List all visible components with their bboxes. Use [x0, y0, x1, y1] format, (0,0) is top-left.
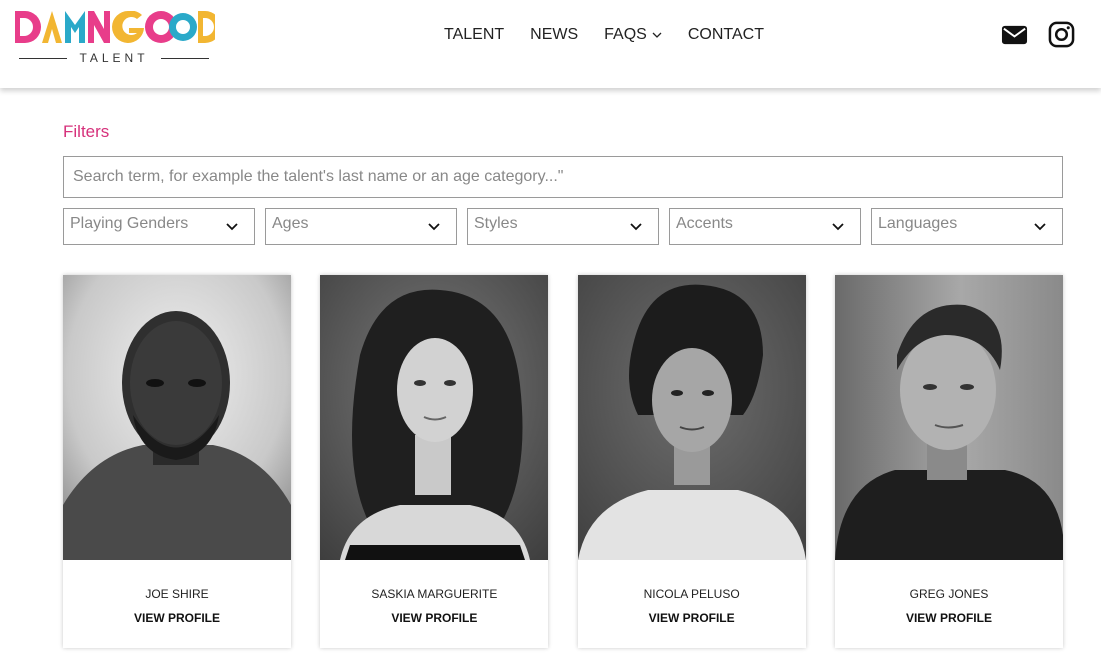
filters-heading: Filters	[63, 122, 110, 141]
header-social-icons	[1001, 21, 1075, 48]
nav-item-talent[interactable]: TALENT	[444, 26, 504, 44]
logo-subtitle-text: TALENT	[79, 51, 149, 65]
chevron-down-icon	[832, 223, 844, 231]
instagram-icon[interactable]	[1048, 21, 1075, 48]
talent-card[interactable]: NICOLA PELUSO VIEW PROFILE	[577, 275, 806, 648]
talent-card[interactable]: SASKIA MARGUERITE VIEW PROFILE	[320, 275, 549, 648]
damngood-talent-logo[interactable]: TALENT	[15, 11, 215, 67]
talent-headshot-photo	[577, 275, 806, 560]
talent-headshot-photo	[320, 275, 549, 560]
languages-select[interactable]: Languages	[871, 208, 1063, 245]
talent-card[interactable]: GREG JONES VIEW PROFILE	[834, 275, 1063, 648]
chevron-down-icon	[428, 223, 440, 231]
nav-item-label: TALENT	[444, 26, 505, 43]
nav-item-faqs[interactable]: FAQS	[604, 26, 662, 44]
talent-name: GREG JONES	[909, 587, 989, 601]
select-label: Ages	[272, 215, 309, 232]
view-profile-link[interactable]: VIEW PROFILE	[63, 611, 291, 625]
chevron-down-icon	[652, 32, 662, 38]
nav-item-news[interactable]: NEWS	[530, 26, 578, 44]
nav-item-contact[interactable]: CONTACT	[688, 26, 764, 44]
talent-name: JOE SHIRE	[145, 587, 209, 601]
logo-wordmark	[15, 11, 215, 43]
envelope-icon[interactable]	[1001, 21, 1028, 48]
accents-select[interactable]: Accents	[669, 208, 861, 245]
view-profile-link[interactable]: VIEW PROFILE	[835, 611, 1063, 625]
talent-headshot-photo	[63, 275, 291, 560]
view-profile-link[interactable]: VIEW PROFILE	[578, 611, 806, 625]
filter-selects: Playing Genders Ages Styles Accents Lang…	[63, 208, 1063, 245]
talent-card[interactable]: JOE SHIRE VIEW PROFILE	[63, 275, 291, 648]
talent-headshot-photo	[834, 275, 1063, 560]
select-label: Playing Genders	[70, 215, 189, 232]
select-label: Styles	[474, 215, 518, 232]
chevron-down-icon	[1034, 223, 1046, 231]
talent-grid: JOE SHIRE VIEW PROFILE SASKIA MARGUERITE…	[63, 275, 1063, 648]
chevron-down-icon	[630, 223, 642, 231]
select-label: Accents	[676, 215, 733, 232]
talent-name: NICOLA PELUSO	[643, 587, 740, 601]
logo-rule-left	[19, 57, 68, 59]
logo-rule-right	[160, 57, 209, 59]
search-input[interactable]	[63, 156, 1063, 198]
talent-name: SASKIA MARGUERITE	[371, 587, 498, 601]
playing-genders-select[interactable]: Playing Genders	[63, 208, 255, 245]
styles-select[interactable]: Styles	[467, 208, 659, 245]
view-profile-link[interactable]: VIEW PROFILE	[320, 611, 548, 625]
select-label: Languages	[878, 215, 958, 232]
chevron-down-icon	[226, 223, 238, 231]
nav-item-label: FAQS	[604, 26, 647, 43]
logo-subtitle: TALENT	[19, 51, 209, 65]
main-nav: TALENT NEWS FAQS CONTACT	[444, 26, 790, 44]
ages-select[interactable]: Ages	[265, 208, 457, 245]
nav-item-label: CONTACT	[687, 26, 764, 43]
logo-mark	[15, 11, 215, 43]
site-header: TALENT TALENT NEWS FAQS CONTACT	[0, 0, 1101, 88]
nav-item-label: NEWS	[530, 26, 579, 43]
